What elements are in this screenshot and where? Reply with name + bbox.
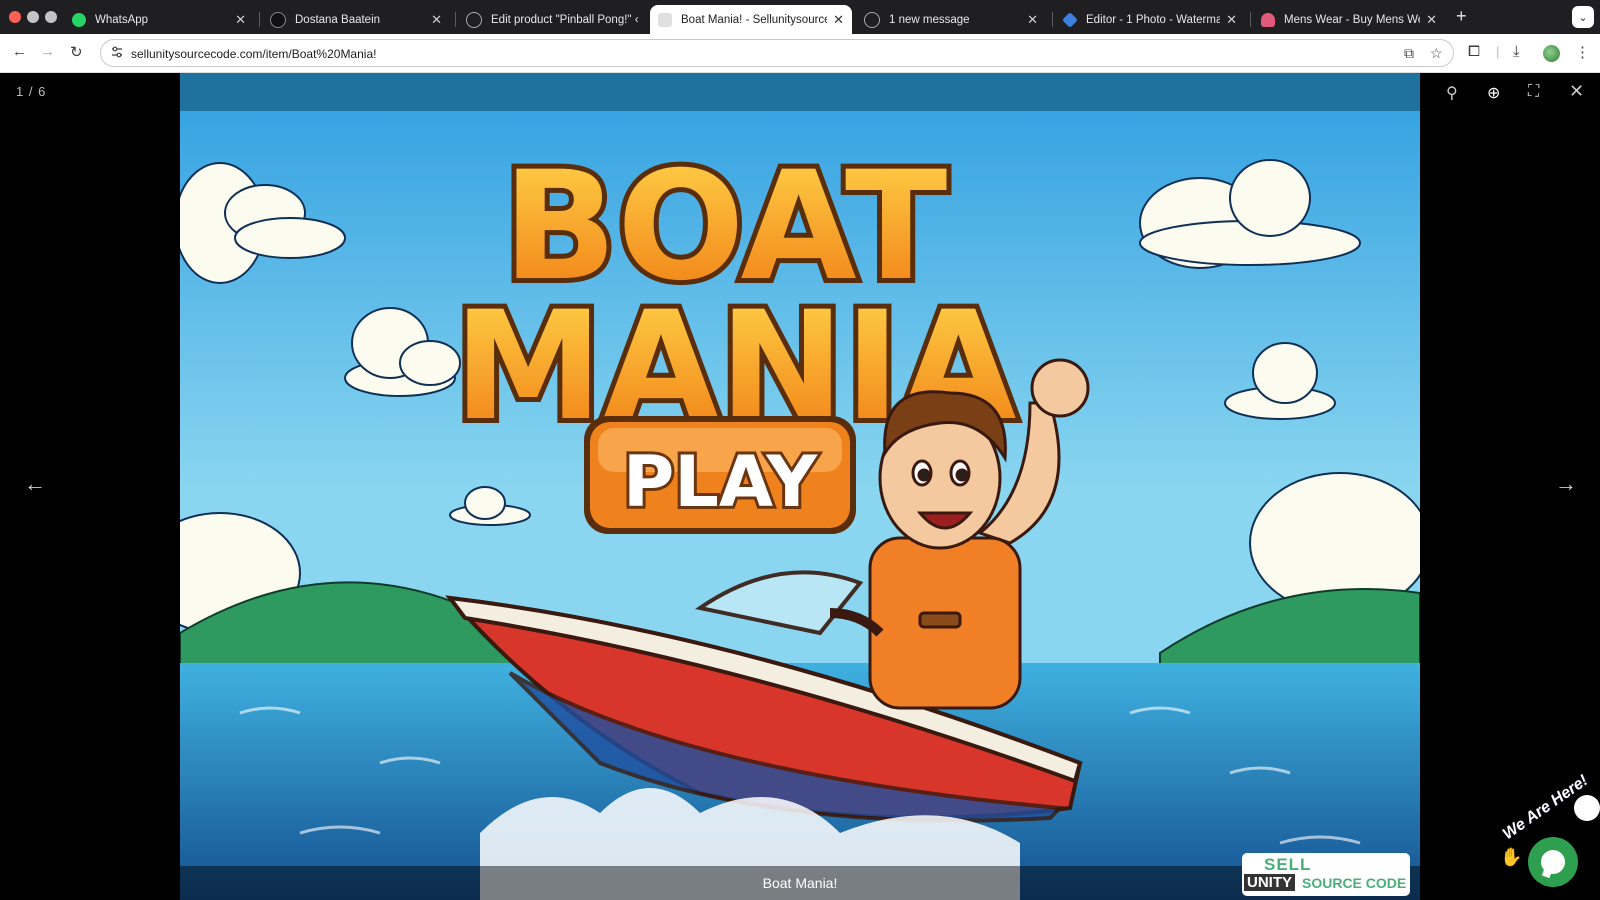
tab-separator (455, 12, 456, 27)
boat-mania-artwork: BOAT MANIA PLAY (180, 73, 1420, 900)
tab-separator (1052, 12, 1053, 27)
close-tab-icon[interactable]: ✕ (1426, 12, 1437, 28)
reload-icon[interactable]: ↻ (70, 43, 83, 61)
tab-whatsapp[interactable]: WhatsApp ✕ (64, 5, 254, 34)
close-tab-icon[interactable]: ✕ (833, 12, 844, 28)
wordpress-icon (466, 11, 482, 28)
url-text[interactable]: sellunitysourcecode.com/item/Boat%20Mani… (131, 47, 376, 61)
close-window-button[interactable] (9, 11, 21, 23)
more-menu-icon[interactable]: ⋮ (1575, 43, 1590, 61)
site-icon (270, 11, 286, 28)
watermark-source-code: SOURCE CODE (1302, 875, 1407, 891)
zoom-window-button[interactable] (45, 11, 57, 23)
watermark-icon (1062, 11, 1078, 28)
tab-separator (259, 12, 260, 27)
profile-avatar[interactable] (1543, 45, 1560, 62)
image-top-band (180, 73, 1420, 111)
tab-mens-wear[interactable]: Mens Wear - Buy Mens Wear ✕ (1253, 5, 1445, 34)
tab-edit-product[interactable]: Edit product "Pinball Pong!" ‹ (458, 5, 648, 34)
browser-toolbar: ← → ↻ sellunitysourcecode.com/item/Boat%… (0, 34, 1600, 73)
image-caption: Boat Mania! (762, 875, 838, 891)
tab-title: Mens Wear - Buy Mens Wear (1284, 13, 1421, 26)
next-arrow-icon[interactable]: → (1555, 471, 1577, 497)
address-bar[interactable]: sellunitysourcecode.com/item/Boat%20Mani… (100, 39, 1454, 67)
zoom-out-icon[interactable]: ⚲ (1446, 83, 1458, 103)
tab-title: Edit product "Pinball Pong!" ‹ (491, 13, 639, 26)
slide-counter: 1 / 6 (16, 84, 47, 99)
tab-new-message[interactable]: 1 new message ✕ (856, 5, 1046, 34)
watermark-line-1: SELL (1264, 855, 1312, 874)
waving-hand-icon: ✋ (1500, 847, 1523, 867)
play-label: PLAY (623, 441, 818, 523)
wordpress-icon (864, 11, 880, 28)
tab-bar: WhatsApp ✕ Dostana Baatein ✕ Edit produc… (0, 0, 1600, 34)
watermark-unity: UNITY (1244, 874, 1295, 891)
minimize-window-button[interactable] (27, 11, 39, 23)
bookmark-star-icon[interactable]: ☆ (1430, 45, 1443, 62)
downloads-icon[interactable]: ⤓ (1513, 43, 1520, 60)
install-app-icon[interactable]: ⧉ (1404, 45, 1414, 62)
tab-title: 1 new message (889, 13, 970, 26)
close-lightbox-icon[interactable]: ✕ (1569, 81, 1584, 102)
shop-icon (1261, 12, 1275, 27)
tab-watermark-editor[interactable]: Editor - 1 Photo - Watermark ✕ (1055, 5, 1245, 34)
play-button-art: PLAY (584, 416, 856, 534)
tab-dostana[interactable]: Dostana Baatein ✕ (262, 5, 450, 34)
tab-title: Dostana Baatein (295, 13, 381, 26)
zoom-in-icon[interactable]: ⊕ (1487, 83, 1500, 103)
previous-arrow-icon[interactable]: ← (24, 471, 46, 497)
sellunity-icon (658, 12, 672, 27)
tab-title: Boat Mania! - Sellunitysource (681, 13, 828, 26)
tab-boat-mania[interactable]: Boat Mania! - Sellunitysource ✕ (650, 5, 852, 34)
chat-button[interactable] (1528, 837, 1578, 887)
close-tab-icon[interactable]: ✕ (431, 12, 442, 28)
close-tab-icon[interactable]: ✕ (1226, 12, 1237, 28)
game-preview-image: BOAT MANIA PLAY Boat Mania! (180, 73, 1420, 900)
tab-search-chevron-icon[interactable]: ⌄ (1572, 6, 1594, 28)
forward-arrow-icon[interactable]: → (40, 43, 55, 60)
fullscreen-icon[interactable]: ⛶ (1528, 83, 1539, 101)
close-tab-icon[interactable]: ✕ (1027, 12, 1038, 28)
close-tab-icon[interactable]: ✕ (235, 12, 246, 28)
chat-bubble-icon (1541, 850, 1565, 874)
tab-title: WhatsApp (95, 13, 149, 26)
site-settings-icon[interactable] (111, 46, 123, 58)
sellunity-watermark: SELL UNITY SOURCE CODE (1242, 853, 1410, 896)
extensions-icon[interactable]: ⧠ (1468, 43, 1480, 60)
back-arrow-icon[interactable]: ← (12, 43, 27, 60)
lightbox-viewer: 1 / 6 ❐ ⚲ ⊕ ⛶ ✕ ← → (0, 73, 1600, 900)
new-tab-button[interactable]: + (1456, 6, 1467, 27)
toolbar-divider: | (1496, 44, 1500, 59)
tab-title: Editor - 1 Photo - Watermark (1086, 13, 1221, 26)
chat-widget[interactable]: We Are Here! ✋ (1496, 772, 1600, 900)
whatsapp-icon (72, 12, 86, 27)
tab-separator (1250, 12, 1251, 27)
